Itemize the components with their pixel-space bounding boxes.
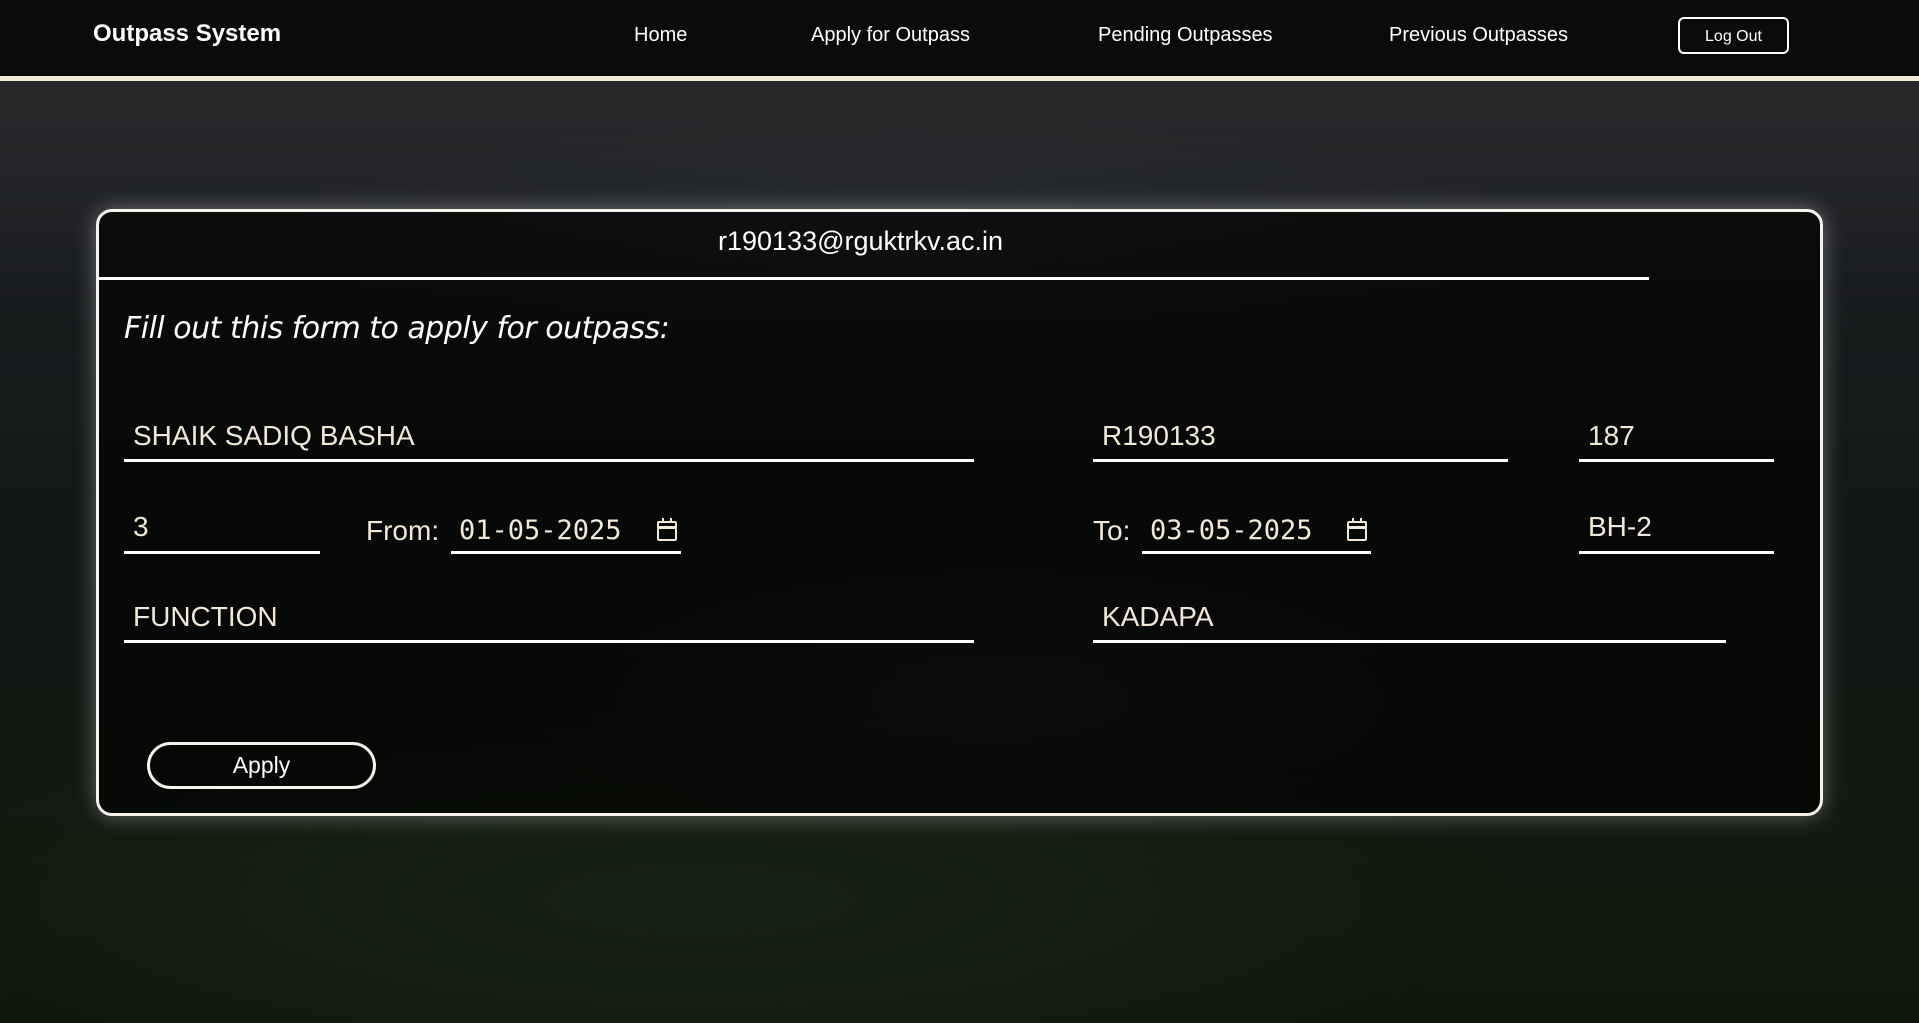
from-date-label: From: xyxy=(366,515,440,546)
nav-link-home[interactable]: Home xyxy=(634,24,687,47)
calendar-icon[interactable] xyxy=(657,518,677,541)
year-field[interactable]: 3 xyxy=(124,511,320,554)
email-divider xyxy=(99,277,1649,280)
hostel-block-field[interactable]: BH-2 xyxy=(1579,511,1774,554)
nav-link-apply-outpass[interactable]: Apply for Outpass xyxy=(811,24,970,47)
to-date-input[interactable]: 03-05-2025 xyxy=(1142,515,1371,554)
brand-title[interactable]: Outpass System xyxy=(93,20,281,48)
navbar: Outpass System Home Apply for Outpass Pe… xyxy=(0,0,1919,81)
id-number-field[interactable]: R190133 xyxy=(1093,420,1508,462)
user-email: r190133@rguktrkv.ac.in xyxy=(718,226,1004,256)
from-date-value: 01-05-2025 xyxy=(459,515,622,546)
nav-link-pending-outpasses[interactable]: Pending Outpasses xyxy=(1098,24,1273,47)
nav-link-previous-outpasses[interactable]: Previous Outpasses xyxy=(1389,24,1568,47)
reason-field[interactable]: FUNCTION xyxy=(124,601,974,643)
from-date-input[interactable]: 01-05-2025 xyxy=(451,515,681,554)
outpass-form-card xyxy=(96,209,1823,816)
logout-button[interactable]: Log Out xyxy=(1678,17,1789,54)
form-instructions: Fill out this form to apply for outpass: xyxy=(124,311,670,346)
apply-button[interactable]: Apply xyxy=(147,742,376,789)
name-field[interactable]: SHAIK SADIQ BASHA xyxy=(124,420,974,462)
to-date-value: 03-05-2025 xyxy=(1150,515,1313,546)
room-number-field[interactable]: 187 xyxy=(1579,420,1774,462)
calendar-icon[interactable] xyxy=(1347,518,1367,541)
destination-field[interactable]: KADAPA xyxy=(1093,601,1726,643)
to-date-label: To: xyxy=(1093,515,1131,546)
